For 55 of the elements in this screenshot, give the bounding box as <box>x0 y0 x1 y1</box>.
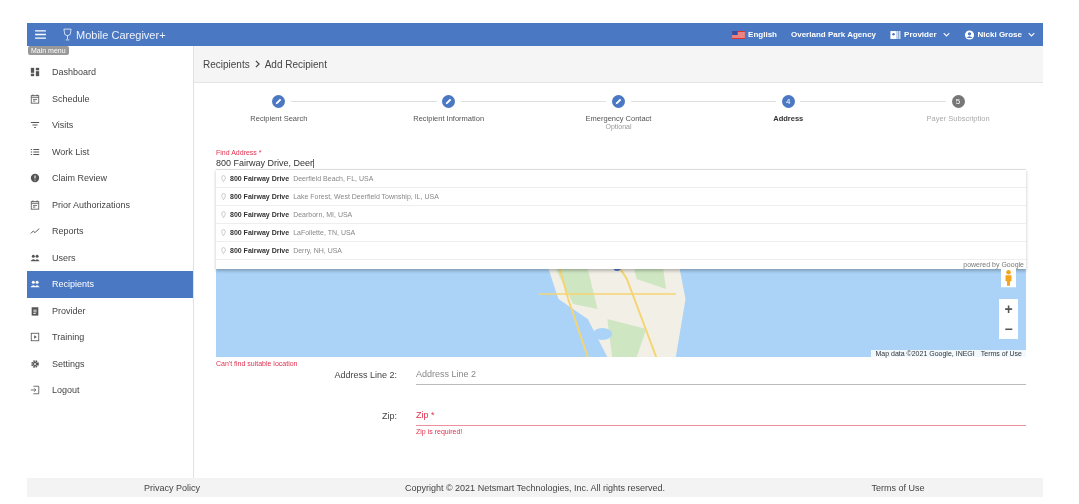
people-icon <box>30 279 40 290</box>
breadcrumb-link[interactable]: Recipients <box>203 58 250 70</box>
calendar-icon <box>30 199 40 210</box>
sidebar-item[interactable]: Settings <box>27 350 193 377</box>
chevron-right-icon <box>254 60 260 68</box>
sidebar-item[interactable]: Logout <box>27 377 193 404</box>
pin-icon <box>221 247 226 255</box>
pin-icon <box>221 229 226 237</box>
sidebar-item[interactable]: Recipients <box>27 271 193 298</box>
input-field[interactable]: Address Line 2 <box>416 367 1026 386</box>
sidebar-item[interactable]: Training <box>27 324 193 351</box>
chevron-down-icon <box>942 32 950 37</box>
sidebar-item[interactable]: Claim Review <box>27 165 193 192</box>
pin-icon <box>221 211 226 219</box>
privacy-link[interactable]: Privacy Policy <box>27 482 317 493</box>
list-icon <box>30 146 40 157</box>
agency-button[interactable]: Overland Park Agency <box>791 30 877 39</box>
input-field[interactable]: Zip * <box>416 408 1026 427</box>
clipboard-icon <box>30 305 40 316</box>
sidebar-item[interactable]: Work List <box>27 138 193 165</box>
logout-icon <box>30 385 40 396</box>
pin-icon <box>221 175 226 183</box>
field-label: Zip: <box>381 410 398 422</box>
sidebar-item[interactable]: Reports <box>27 218 193 245</box>
user-menu[interactable]: Nicki Grose <box>963 29 1035 40</box>
copyright-text: Copyright © 2021 Netsmart Technologies, Inc. All rights reserved. <box>403 482 667 493</box>
grid-icon <box>30 67 40 78</box>
alert-icon <box>30 173 40 184</box>
trend-line-icon <box>30 226 40 237</box>
sidebar-item[interactable]: Visits <box>27 112 193 139</box>
sidebar-item[interactable]: Users <box>27 244 193 271</box>
sidebar-item[interactable]: Dashboard <box>27 59 193 86</box>
sidebar-item[interactable]: Schedule <box>27 85 193 112</box>
terms-link[interactable]: Terms of Use <box>753 482 1043 493</box>
logo-icon <box>63 28 72 41</box>
people-icon <box>30 252 40 263</box>
id-card-icon <box>890 29 902 40</box>
menu-icon[interactable] <box>35 30 46 39</box>
calendar-icon <box>30 93 40 104</box>
step-number: 4 <box>781 95 795 108</box>
role-dropdown[interactable]: Provider <box>890 29 950 40</box>
chevron-down-icon <box>1028 32 1035 37</box>
language-button[interactable]: English <box>732 30 777 39</box>
step-number: 5 <box>951 95 965 108</box>
user-icon <box>963 29 975 40</box>
filter-icon <box>30 120 40 131</box>
field-label: Address Line 2: <box>333 369 398 381</box>
play-icon <box>30 332 40 343</box>
breadcrumb-link[interactable]: Add Recipient <box>264 58 327 70</box>
flag-icon <box>732 30 746 39</box>
sidebar-item[interactable]: Prior Authorizations <box>27 191 193 218</box>
app-title: Mobile Caregiver+ <box>76 28 166 41</box>
settings-icon <box>30 358 40 369</box>
pin-icon <box>221 193 226 201</box>
sidebar-item[interactable]: Provider <box>27 297 193 324</box>
